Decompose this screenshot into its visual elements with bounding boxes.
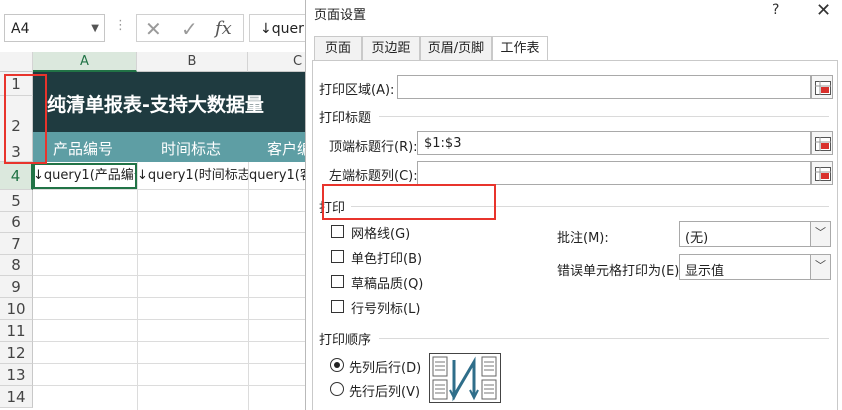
column-header-b[interactable]: B <box>137 52 248 72</box>
report-title-cell[interactable]: 纯清单报表-支持大数据量 <box>33 72 305 132</box>
active-cell-border <box>33 163 137 189</box>
gridline <box>33 275 305 276</box>
formula-buttons: ✕ ✓ fx <box>136 14 244 42</box>
chevron-down-icon[interactable]: ▼ <box>91 23 99 34</box>
print-area-picker[interactable] <box>811 75 833 99</box>
highlight-top-rows <box>322 184 496 220</box>
row-header-14[interactable]: 14 <box>0 386 33 408</box>
sheet-tab-panel: 打印区域(A): 打印标题 顶端标题行(R): $1:$3 左端标题列(C): … <box>312 60 838 410</box>
gridline <box>33 363 305 364</box>
check-icon[interactable]: ✓ <box>181 17 198 41</box>
row-header-9[interactable]: 9 <box>0 276 33 298</box>
chevron-down-icon[interactable]: ﹀ <box>810 222 830 246</box>
gridline <box>33 254 305 255</box>
name-box-value: A4 <box>11 21 30 37</box>
page-setup-dialog: 页面设置 ? ✕ 页面 页边距 页眉/页脚 工作表 打印区域(A): 打印标题 … <box>305 0 842 410</box>
comments-label: 批注(M): <box>557 231 609 246</box>
tab-sheet[interactable]: 工作表 <box>492 36 548 62</box>
cell-b4[interactable]: ↓query1(时间标志) <box>137 164 248 188</box>
header-customer[interactable]: 客户编 <box>267 138 305 159</box>
insert-function-icon[interactable]: fx <box>215 18 232 39</box>
print-titles-section: 打印标题 <box>319 111 372 126</box>
row-header-11[interactable]: 11 <box>0 320 33 342</box>
gridline <box>33 211 305 212</box>
gridline <box>248 162 249 410</box>
dialog-title: 页面设置 <box>314 8 367 23</box>
errors-label: 错误单元格打印为(E): <box>557 264 684 279</box>
page-order-preview <box>429 353 501 403</box>
separator-dots-icon: ⋮ <box>114 18 127 33</box>
cell-c4[interactable]: query1(客 <box>249 164 305 188</box>
comments-select[interactable]: (无) ﹀ <box>679 221 831 247</box>
gridline <box>33 385 305 386</box>
section-divider <box>379 338 829 339</box>
gridline <box>33 189 305 190</box>
rowcol-label[interactable]: 行号列标(L) <box>351 298 420 317</box>
name-box[interactable]: A4 ▼ <box>4 14 105 42</box>
header-product-code[interactable]: 产品编号 <box>53 138 113 159</box>
cancel-icon[interactable]: ✕ <box>145 17 162 41</box>
column-header-c[interactable]: C <box>248 52 305 72</box>
select-all-corner[interactable] <box>0 52 33 72</box>
formula-text: ↓quer <box>260 21 304 37</box>
top-rows-label: 顶端标题行(R): <box>329 140 418 155</box>
row-header-13[interactable]: 13 <box>0 364 33 386</box>
left-cols-picker[interactable] <box>811 161 833 185</box>
highlight-rows-1-3 <box>4 74 47 164</box>
column-header-a[interactable]: A <box>33 52 137 72</box>
tab-header-footer[interactable]: 页眉/页脚 <box>420 36 492 61</box>
gridlines-checkbox[interactable] <box>331 225 344 238</box>
report-title: 纯清单报表-支持大数据量 <box>47 94 264 116</box>
help-button[interactable]: ? <box>772 2 779 18</box>
chevron-down-icon[interactable]: ﹀ <box>810 255 830 279</box>
formula-bar[interactable]: ↓quer <box>249 14 305 42</box>
top-rows-picker[interactable] <box>811 131 833 155</box>
range-select-icon <box>815 81 831 95</box>
tab-page[interactable]: 页面 <box>314 36 362 61</box>
print-area-input[interactable] <box>397 75 811 99</box>
row-header-6[interactable]: 6 <box>0 212 33 233</box>
gridlines-label[interactable]: 网格线(G) <box>351 223 410 242</box>
header-time-flag[interactable]: 时间标志 <box>161 138 221 159</box>
row-header-4[interactable]: 4 <box>0 162 33 190</box>
row-header-7[interactable]: 7 <box>0 233 33 255</box>
close-button[interactable]: ✕ <box>816 0 831 21</box>
print-order-section: 打印顺序 <box>319 333 372 348</box>
row-header-10[interactable]: 10 <box>0 298 33 320</box>
errors-value: 显示值 <box>685 264 725 279</box>
range-select-icon <box>815 167 831 181</box>
top-rows-input[interactable]: $1:$3 <box>417 131 811 155</box>
top-rows-value: $1:$3 <box>424 136 462 151</box>
print-area-label: 打印区域(A): <box>319 83 395 98</box>
gridline <box>33 297 305 298</box>
draft-label[interactable]: 草稿品质(Q) <box>351 273 423 292</box>
tab-margins[interactable]: 页边距 <box>362 36 420 61</box>
gridline <box>33 341 305 342</box>
left-cols-label: 左端标题列(C): <box>329 169 418 184</box>
row-header-5[interactable]: 5 <box>0 190 33 212</box>
left-cols-input[interactable] <box>417 161 811 185</box>
range-select-icon <box>815 137 831 151</box>
over-then-down-radio[interactable] <box>330 382 344 396</box>
draft-checkbox[interactable] <box>331 275 344 288</box>
comments-value: (无) <box>685 231 709 246</box>
down-then-over-label[interactable]: 先列后行(D) <box>349 357 421 376</box>
bw-checkbox[interactable] <box>331 250 344 263</box>
bw-label[interactable]: 单色打印(B) <box>351 248 422 267</box>
page-order-icon <box>432 356 497 402</box>
spreadsheet: A4 ▼ ⋮ ✕ ✓ fx ↓quer A B C 1 2 3 4 5 6 7 … <box>0 0 305 410</box>
gridline <box>33 232 305 233</box>
row-header-12[interactable]: 12 <box>0 342 33 364</box>
gridline <box>137 162 138 410</box>
rowcol-checkbox[interactable] <box>331 300 344 313</box>
errors-select[interactable]: 显示值 ﹀ <box>679 254 831 280</box>
section-divider <box>379 116 829 117</box>
over-then-down-label[interactable]: 先行后列(V) <box>349 381 420 400</box>
column-titles-row: 产品编号 时间标志 客户编 <box>33 132 305 162</box>
down-then-over-radio[interactable] <box>330 358 344 372</box>
row-header-8[interactable]: 8 <box>0 255 33 276</box>
gridline <box>33 319 305 320</box>
